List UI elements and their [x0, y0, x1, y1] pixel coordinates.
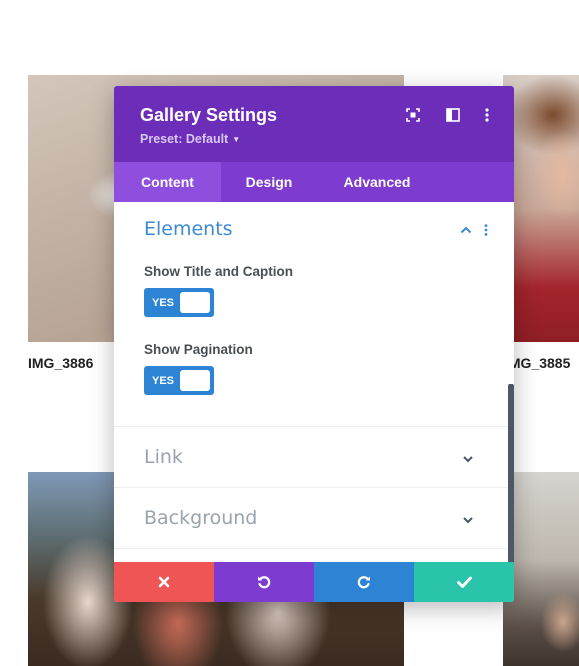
toggle-state-label: YES	[152, 374, 175, 387]
divider	[114, 426, 508, 427]
modal-title: Gallery Settings	[140, 105, 278, 125]
gallery-caption-2: IMG_3885	[505, 355, 571, 371]
focus-mode-icon[interactable]	[404, 106, 422, 124]
divider	[114, 548, 508, 549]
caret-down-icon: ▼	[232, 134, 241, 144]
tab-design[interactable]: Design	[234, 162, 304, 202]
toggle-knob	[180, 292, 210, 313]
section-background-title[interactable]: Background	[144, 507, 257, 529]
tab-content[interactable]: Content	[114, 162, 221, 202]
check-icon	[456, 576, 472, 588]
tab-advanced[interactable]: Advanced	[330, 162, 424, 202]
undo-icon	[258, 576, 271, 589]
preset-label: Preset: Default	[140, 132, 229, 146]
gallery-settings-modal: Gallery Settings Preset: Default ▼ Conte…	[114, 86, 514, 602]
modal-tabs: Content Design Advanced	[114, 162, 514, 202]
section-elements-title[interactable]: Elements	[144, 218, 233, 240]
modal-header: Gallery Settings Preset: Default ▼	[114, 86, 514, 162]
modal-body: Elements Show Title and Caption YES Show…	[114, 202, 514, 596]
gallery-image-4[interactable]	[503, 472, 579, 666]
discard-button[interactable]	[114, 562, 214, 602]
show-title-caption-label: Show Title and Caption	[144, 264, 294, 279]
save-button[interactable]	[414, 562, 514, 602]
chevron-up-icon[interactable]	[460, 226, 472, 234]
gallery-caption-1: IMG_3886	[28, 355, 94, 371]
section-elements-controls	[460, 224, 488, 236]
section-menu-icon[interactable]	[484, 224, 488, 236]
chevron-down-icon[interactable]	[461, 513, 475, 527]
section-link-title[interactable]: Link	[144, 446, 183, 468]
page: IMG_3886 IMG_3885 Gallery Settings Prese…	[0, 0, 579, 666]
show-title-caption-toggle[interactable]: YES	[144, 288, 214, 317]
show-pagination-toggle[interactable]: YES	[144, 366, 214, 395]
chevron-down-icon[interactable]	[461, 452, 475, 466]
modal-footer	[114, 562, 514, 602]
gallery-image-2[interactable]	[503, 75, 579, 342]
more-options-icon[interactable]	[478, 106, 496, 124]
toggle-knob	[180, 370, 210, 391]
preset-selector[interactable]: Preset: Default ▼	[140, 132, 240, 146]
undo-button[interactable]	[214, 562, 314, 602]
close-icon	[158, 576, 170, 588]
split-view-icon[interactable]	[444, 106, 462, 124]
divider	[114, 487, 508, 488]
show-pagination-label: Show Pagination	[144, 342, 253, 357]
toggle-state-label: YES	[152, 296, 175, 309]
redo-icon	[357, 576, 370, 589]
redo-button[interactable]	[314, 562, 414, 602]
